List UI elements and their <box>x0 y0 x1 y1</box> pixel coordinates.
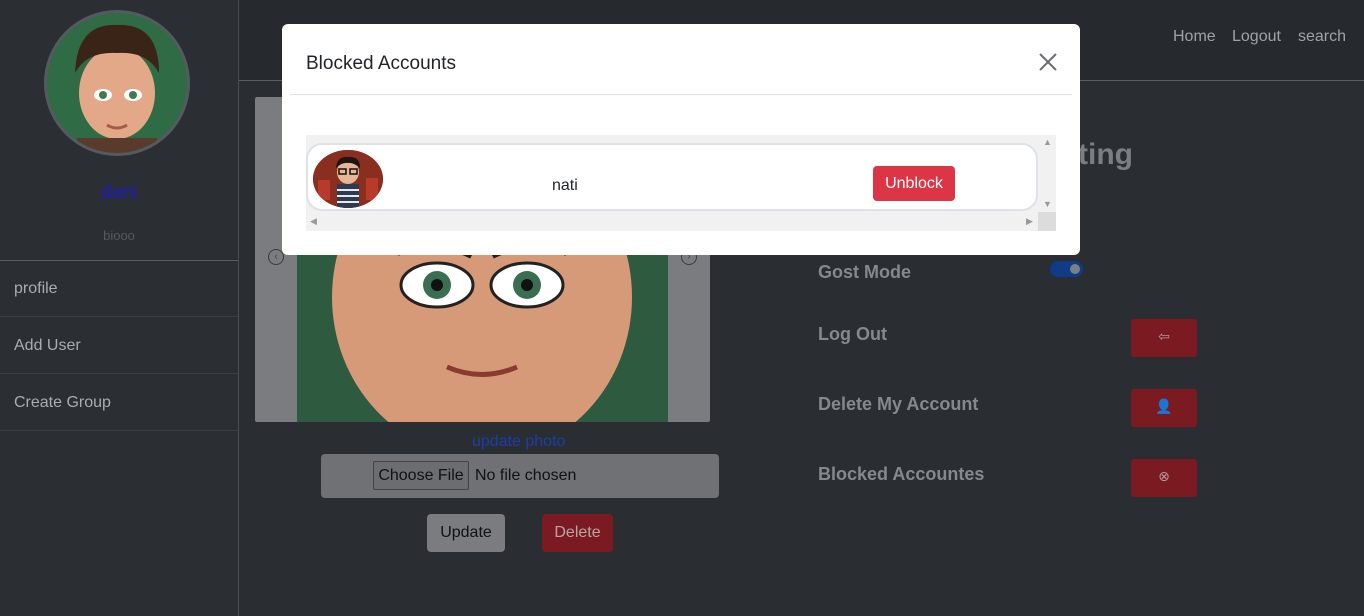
blocked-accounts-button[interactable]: ⊗ <box>1131 459 1197 497</box>
scroll-up-icon[interactable]: ▲ <box>1043 137 1052 147</box>
scroll-left-icon[interactable]: ◀ <box>310 216 317 227</box>
blocked-accounts-label: Blocked Accountes <box>818 464 985 484</box>
file-status-text: No file chosen <box>475 467 577 484</box>
delete-button[interactable]: Delete <box>542 514 613 552</box>
choose-file-button[interactable]: Choose File <box>373 461 469 490</box>
ghost-mode-toggle[interactable] <box>1050 261 1083 277</box>
file-upload-box: Choose File No file chosen <box>321 454 719 498</box>
scroll-down-icon[interactable]: ▼ <box>1043 199 1052 209</box>
modal-divider <box>290 94 1072 95</box>
horizontal-scrollbar[interactable]: ◀ ▶ <box>306 212 1038 231</box>
settings-title: ting <box>1078 138 1133 171</box>
unblock-button[interactable]: Unblock <box>873 166 955 201</box>
blocked-user-avatar <box>313 150 383 208</box>
nav-search-link[interactable]: search <box>1298 28 1346 46</box>
sidebar: dani biooo profile Add User Create Group <box>0 0 239 616</box>
scroll-right-icon[interactable]: ▶ <box>1026 216 1033 227</box>
nav-home-link[interactable]: Home <box>1173 28 1216 46</box>
delete-account-label: Delete My Account <box>818 394 979 414</box>
blocked-user-name: nati <box>552 177 578 194</box>
sidebar-item-create-group[interactable]: Create Group <box>0 375 238 431</box>
log-out-button[interactable]: ⇦ <box>1131 319 1197 357</box>
scrollbar-corner <box>1038 212 1056 231</box>
logout-icon: ⇦ <box>1158 328 1170 344</box>
user-name: dani <box>101 182 137 203</box>
user-remove-icon: 👤 <box>1155 398 1173 414</box>
user-bio: biooo <box>103 228 135 243</box>
sidebar-item-add-user[interactable]: Add User <box>0 318 238 374</box>
modal-title: Blocked Accounts <box>306 53 456 74</box>
delete-account-button[interactable]: 👤 <box>1131 389 1197 427</box>
update-button[interactable]: Update <box>427 514 505 552</box>
avatar <box>44 10 190 156</box>
blocked-user-row: nati Unblock <box>306 143 1038 211</box>
blocked-accounts-modal: Blocked Accounts ▲ ▼ ◀ ▶ nati Unblock <box>282 24 1080 255</box>
ghost-mode-label: Gost Mode <box>818 262 911 282</box>
block-icon: ⊗ <box>1158 468 1170 484</box>
vertical-scrollbar[interactable]: ▲ ▼ <box>1038 135 1056 212</box>
update-photo-link[interactable]: update photo <box>472 433 565 451</box>
close-icon[interactable] <box>1038 52 1058 72</box>
nav-logout-link[interactable]: Logout <box>1232 28 1281 46</box>
log-out-label: Log Out <box>818 324 887 344</box>
sidebar-item-profile[interactable]: profile <box>0 261 238 317</box>
